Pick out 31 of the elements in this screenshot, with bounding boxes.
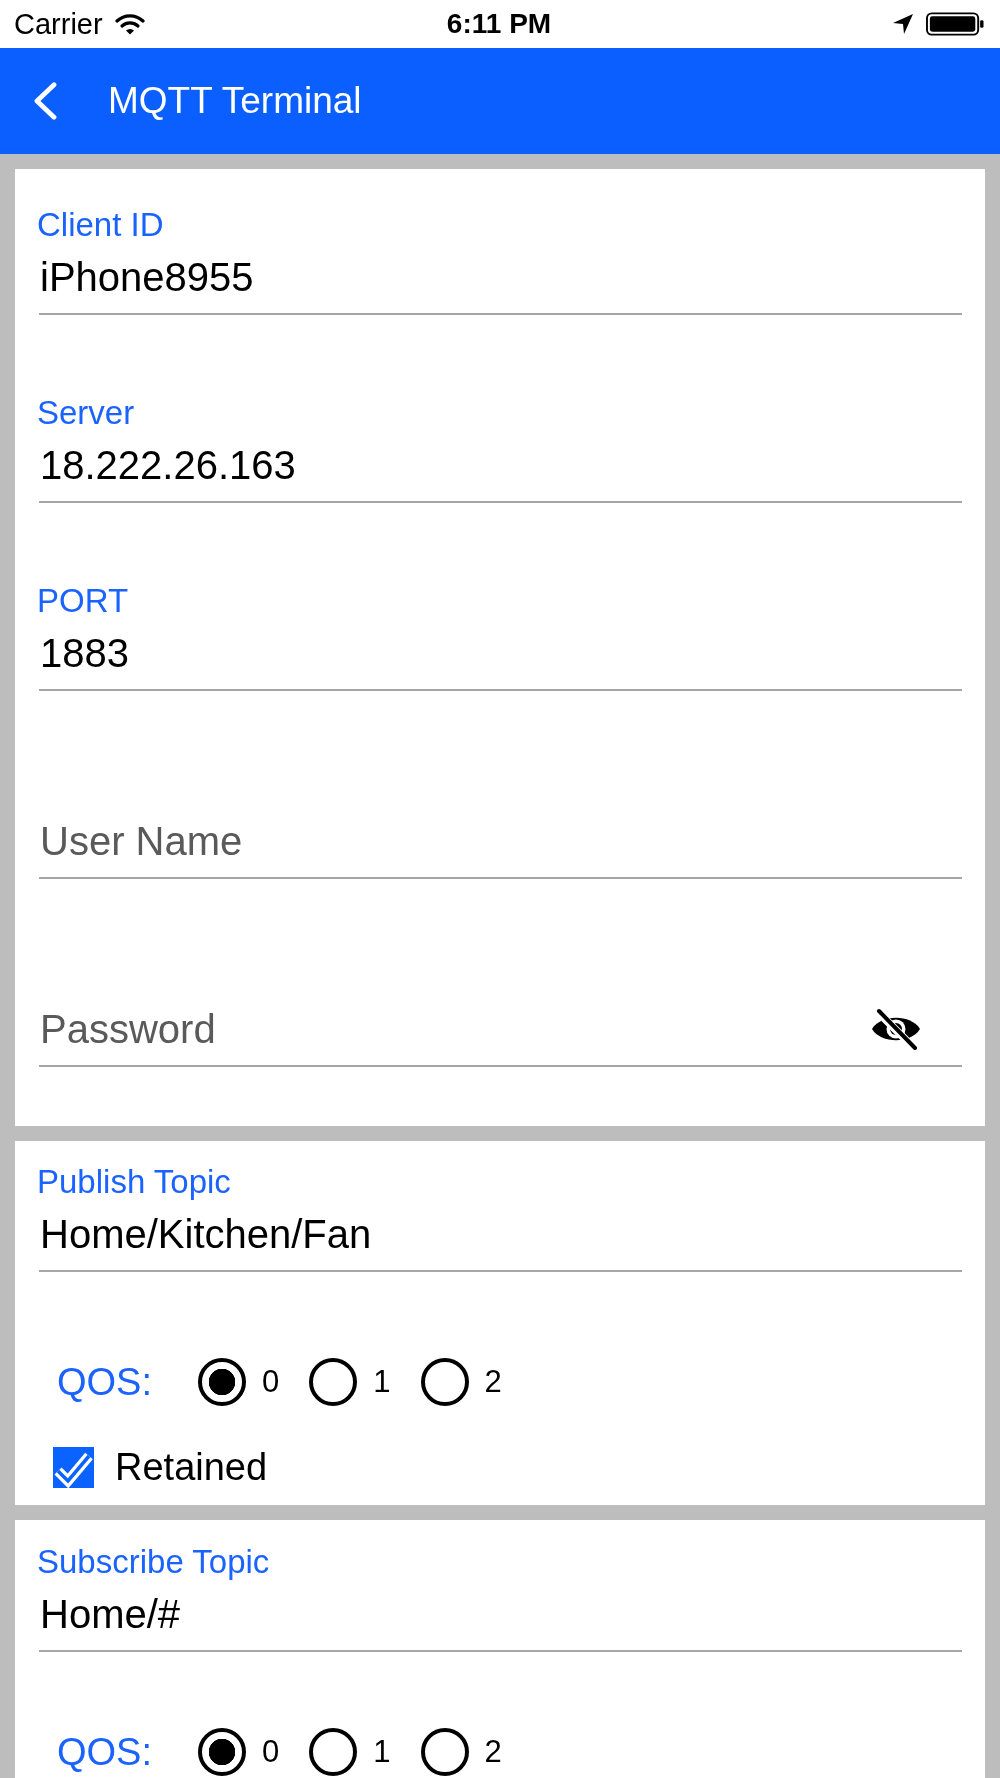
text-field[interactable]: Publish Topic Home/Kitchen/Fan: [39, 1163, 962, 1272]
text-field[interactable]: Password: [39, 1003, 962, 1067]
location-arrow-icon: [892, 13, 914, 35]
qos-label: QOS:: [57, 1730, 153, 1774]
text-field[interactable]: Server 18.222.26.163: [39, 394, 962, 503]
text-field[interactable]: PORT 1883: [39, 582, 962, 691]
wifi-icon: [114, 13, 145, 35]
option-label: 0: [262, 1734, 280, 1770]
text-field[interactable]: Subscribe Topic Home/#: [39, 1543, 962, 1652]
carrier-name: Carrier: [14, 7, 103, 41]
radio-button[interactable]: [420, 1358, 469, 1406]
radio-button[interactable]: [309, 1358, 358, 1406]
checkbox[interactable]: [53, 1447, 94, 1488]
option-label: 1: [373, 1364, 391, 1400]
text-field[interactable]: User Name: [39, 815, 962, 879]
radio-button[interactable]: [198, 1728, 247, 1776]
battery-icon: [926, 12, 984, 36]
status-time: 6:11 PM: [446, 8, 552, 40]
back-icon[interactable]: [32, 82, 59, 120]
nav-title: MQTT Terminal: [108, 80, 362, 122]
eye-slash-icon[interactable]: [870, 1008, 922, 1050]
option-label: 1: [373, 1734, 391, 1770]
option-label: 0: [262, 1364, 280, 1400]
radio-button[interactable]: [309, 1728, 358, 1776]
checkbox-label: Retained: [115, 1446, 268, 1489]
text-field[interactable]: Client ID iPhone8955: [39, 206, 962, 315]
radio-button[interactable]: [420, 1728, 469, 1776]
option-label: 2: [484, 1364, 502, 1400]
qos-label: QOS:: [57, 1360, 153, 1404]
option-label: 2: [484, 1734, 502, 1770]
radio-button[interactable]: [198, 1358, 247, 1406]
